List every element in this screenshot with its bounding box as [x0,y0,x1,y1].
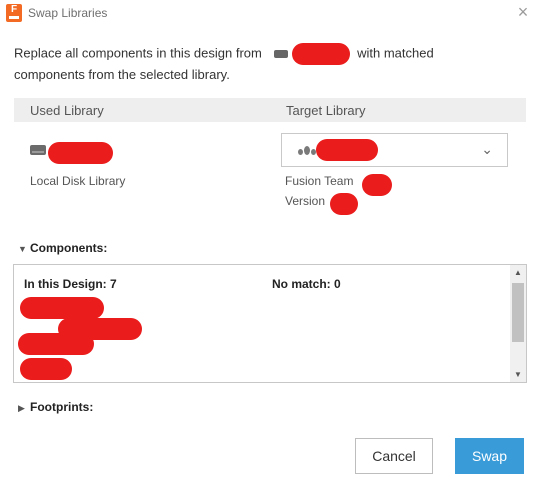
fusion-app-icon: F [6,4,22,22]
components-list[interactable]: In this Design: 7 No match: 0 ▲ ▼ [13,264,527,383]
description-text-after: with matched [357,45,434,61]
redacted-version-value [330,193,358,215]
redacted-target-library-name [316,139,378,161]
scroll-up-icon[interactable]: ▲ [510,268,526,277]
scrollbar-thumb[interactable] [512,283,524,342]
redacted-component-3 [18,333,94,355]
components-scrollbar[interactable]: ▲ ▼ [510,265,526,382]
redacted-used-library-name [48,142,113,164]
redacted-component-1 [20,297,104,319]
footprints-label: Footprints: [30,400,94,414]
components-section-toggle[interactable]: ▼ Components: [18,241,107,255]
local-drive-icon [273,50,288,58]
target-library-header: Target Library [286,103,366,118]
in-design-count: In this Design: 7 [24,277,117,291]
team-icon [298,145,316,157]
close-icon[interactable]: × [512,1,534,23]
library-header-row: Used Library Target Library [14,98,526,122]
redacted-component-4 [20,358,72,380]
caret-right-icon: ▶ [18,403,25,413]
dialog-description: Replace all components in this design fr… [14,43,514,84]
local-drive-icon [30,145,46,155]
chevron-down-icon: ⌄ [481,141,493,157]
caret-down-icon: ▼ [18,244,27,254]
title-bar: F Swap Libraries × [0,0,540,28]
used-library-type: Local Disk Library [30,174,126,188]
used-library-header: Used Library [30,103,104,118]
redacted-team-name [362,174,392,196]
redacted-library-name [291,43,350,65]
description-text-line2: components from the selected library. [14,67,230,82]
components-label: Components: [30,241,108,255]
footprints-section-toggle[interactable]: ▶ Footprints: [18,400,93,414]
target-team-label: Fusion Team [285,174,354,188]
target-version-label: Version [285,194,326,208]
no-match-count: No match: 0 [272,277,341,291]
swap-button[interactable]: Swap [455,438,524,474]
description-text-before: Replace all components in this design fr… [14,45,262,61]
target-library-dropdown[interactable]: ⌄ [281,133,508,167]
dialog-title: Swap Libraries [28,6,108,20]
cancel-button[interactable]: Cancel [355,438,433,474]
scroll-down-icon[interactable]: ▼ [510,370,526,379]
